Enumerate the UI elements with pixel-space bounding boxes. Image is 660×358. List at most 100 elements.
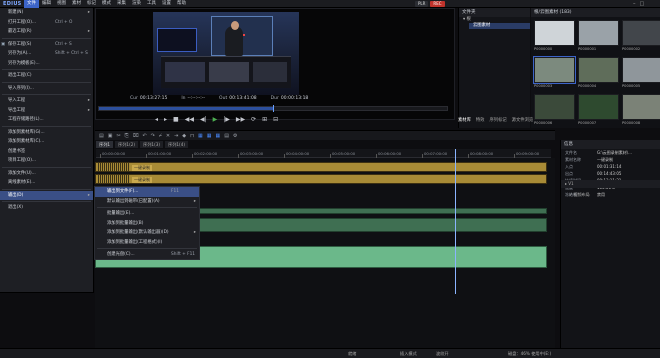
step-back-icon[interactable]: ◀| — [200, 116, 207, 123]
plr-button[interactable]: PLR — [415, 1, 429, 7]
file-menu-item[interactable]: ▣ 保存工程(S) Ctrl + S — [0, 40, 93, 50]
bin-thumbnail[interactable]: P0000002 — [622, 20, 660, 54]
minimize-icon[interactable]: – — [633, 1, 636, 7]
marker-icon[interactable]: ◆ — [182, 133, 186, 139]
file-menu-item-label: 另存为(A)... — [8, 51, 32, 56]
menu-5[interactable]: 模式 — [99, 0, 114, 8]
bin-thumbnail[interactable]: P0000004 — [578, 57, 619, 91]
submenu-arrow-icon: ▸ — [193, 230, 196, 235]
file-menu-item[interactable]: 添加到素材库(C)... — [0, 137, 93, 147]
timeline-playhead[interactable] — [454, 149, 456, 294]
link-icon[interactable]: ▦ — [207, 133, 212, 139]
bin-tab[interactable]: 素材库 — [458, 117, 471, 123]
file-menu-item[interactable]: 打开工程(O)... Ctrl + O — [0, 18, 93, 28]
export-menu-item[interactable]: 添加到批量输出(工程格式)(I) — [95, 238, 199, 248]
menu-10[interactable]: 帮助 — [174, 0, 189, 8]
bin-tab[interactable]: 特效 — [476, 117, 485, 123]
bin-tab[interactable]: 序列标记 — [489, 117, 506, 123]
cut-icon[interactable]: ✂ — [116, 133, 120, 139]
ripple-icon[interactable]: ⇥ — [174, 133, 178, 139]
ruler-tick-label: 00:02:00:00 — [194, 151, 218, 156]
export-menu-separator — [97, 207, 197, 208]
menu-8[interactable]: 工具 — [144, 0, 159, 8]
file-menu-item[interactable]: 最近工程(R) ▸ — [0, 27, 93, 37]
status-insert-mode: 插入模式 — [400, 351, 417, 356]
copy-icon[interactable]: ⎘ — [125, 133, 129, 139]
effect-layout[interactable]: ✓ 视频布局 — [569, 192, 590, 198]
sequence-tab[interactable]: 序列1(2) — [115, 141, 139, 148]
maximize-icon[interactable]: □ — [640, 1, 645, 7]
sequence-settings-icon[interactable]: ▤ — [99, 133, 104, 139]
overwrite-icon[interactable]: ⊟ — [273, 116, 278, 123]
step-forward-icon[interactable]: |▶ — [223, 116, 230, 123]
info-key: 出点 — [565, 171, 573, 176]
snap-icon[interactable]: ⊓ — [190, 133, 194, 139]
export-menu-item[interactable]: 输出到文件(F)... F11 — [95, 187, 199, 197]
sequence-tab[interactable]: 序列1(4) — [165, 141, 188, 148]
file-menu-item[interactable]: 创建书签 — [0, 147, 93, 157]
bin-thumbnail[interactable]: P0000000 — [534, 20, 575, 54]
menu-1[interactable]: 编辑 — [39, 0, 54, 8]
file-menu-item[interactable]: 退出工程(C) — [0, 71, 93, 81]
sequence-tab[interactable]: 序列1 — [96, 141, 114, 148]
menu-9[interactable]: 设置 — [159, 0, 174, 8]
file-menu-item[interactable]: 工程存储路径(L)... — [0, 115, 93, 125]
settings-icon[interactable]: ⚙ — [233, 133, 237, 139]
folder-selected[interactable]: 云图素材 — [469, 23, 530, 29]
clip-thumb-stripe — [120, 163, 121, 171]
file-menu-item[interactable]: 项目工程(O)... — [0, 156, 93, 166]
file-menu-item[interactable]: 退出(X) — [0, 203, 93, 213]
rewind-icon[interactable]: ◀◀ — [185, 116, 194, 123]
insert-icon[interactable]: ⊞ — [262, 116, 267, 123]
file-menu-item[interactable]: 导入序列(I)... — [0, 84, 93, 94]
file-menu-item[interactable]: 输出(D) ▸ — [0, 190, 93, 200]
loop-icon[interactable]: ⟳ — [251, 116, 256, 123]
rec-button[interactable]: REC — [430, 1, 445, 7]
file-menu-item[interactable]: 添加到素材库(G)... — [0, 128, 93, 138]
file-menu-item[interactable]: 导入工程 ▸ — [0, 96, 93, 106]
sequence-tab[interactable]: 序列1(3) — [140, 141, 164, 148]
video-clip[interactable]: 一键录制 — [95, 174, 547, 184]
file-menu-item[interactable]: 新建(N) ▸ — [0, 8, 93, 18]
video-clip[interactable]: 一键录制 — [95, 162, 547, 172]
bin-thumbnail[interactable]: P0000003 — [533, 56, 576, 91]
play-icon[interactable]: ▶ — [213, 116, 218, 123]
bin-thumbnail[interactable]: P0000007 — [578, 94, 619, 128]
export-menu-item[interactable]: 创建光盘(C)... Shift + F11 — [95, 250, 199, 260]
timeline-ruler[interactable]: 00:00:00:00 00:01:00:00 00:02:00:00 00:03:0… — [96, 149, 551, 158]
render-icon[interactable]: ▤ — [224, 133, 229, 139]
stop-icon[interactable]: ■ — [173, 116, 179, 123]
menu-3[interactable]: 素材 — [69, 0, 84, 8]
bin-thumbnail[interactable]: P0000008 — [622, 94, 660, 128]
undo-icon[interactable]: ↶ — [142, 133, 146, 139]
export-menu-item[interactable]: 添加到批量输出(B) — [95, 219, 199, 229]
menu-6[interactable]: 采集 — [114, 0, 129, 8]
sync-icon[interactable]: ▦ — [198, 133, 203, 139]
menu-4[interactable]: 标记 — [84, 0, 99, 8]
set-out-icon[interactable]: ▸ — [164, 116, 167, 123]
delete-icon[interactable]: ✕ — [166, 133, 170, 139]
file-menu-item[interactable]: 导出工程 ▸ — [0, 106, 93, 116]
file-menu-item[interactable]: 另存为模板(E)... — [0, 59, 93, 69]
open-icon[interactable]: ▣ — [108, 133, 113, 139]
file-menu-item[interactable]: 离线素材(E)... — [0, 178, 93, 188]
bin-thumbnail[interactable]: P0000001 — [578, 20, 619, 54]
bin-thumbnail[interactable]: P0000005 — [622, 57, 660, 91]
file-menu-item[interactable]: 另存为(A)... Shift + Ctrl + S — [0, 49, 93, 59]
fast-forward-icon[interactable]: ▶▶ — [236, 116, 245, 123]
group-icon[interactable]: ▦ — [216, 133, 221, 139]
razor-icon[interactable]: ⌿ — [159, 133, 162, 139]
bin-tab[interactable]: 源文件浏览 — [512, 117, 533, 123]
export-menu-item[interactable]: 添加到批量输出(默认输出器)(D) ▸ — [95, 228, 199, 238]
bin-thumbnail[interactable]: P0000006 — [534, 94, 575, 128]
paste-icon[interactable]: ⌧ — [133, 133, 139, 139]
export-menu-item[interactable]: 默认输出到磁带(已配置)(A) ▸ — [95, 197, 199, 207]
menu-0[interactable]: 文件 — [24, 0, 39, 8]
file-menu-item[interactable]: 添加文件(U)... — [0, 169, 93, 179]
set-in-icon[interactable]: ◂ — [155, 116, 158, 123]
redo-icon[interactable]: ↷ — [151, 133, 155, 139]
menu-2[interactable]: 视图 — [54, 0, 69, 8]
player-scrubber[interactable] — [98, 105, 448, 112]
menu-7[interactable]: 渲染 — [129, 0, 144, 8]
export-menu-item[interactable]: 批量输出(E)... — [95, 209, 199, 219]
